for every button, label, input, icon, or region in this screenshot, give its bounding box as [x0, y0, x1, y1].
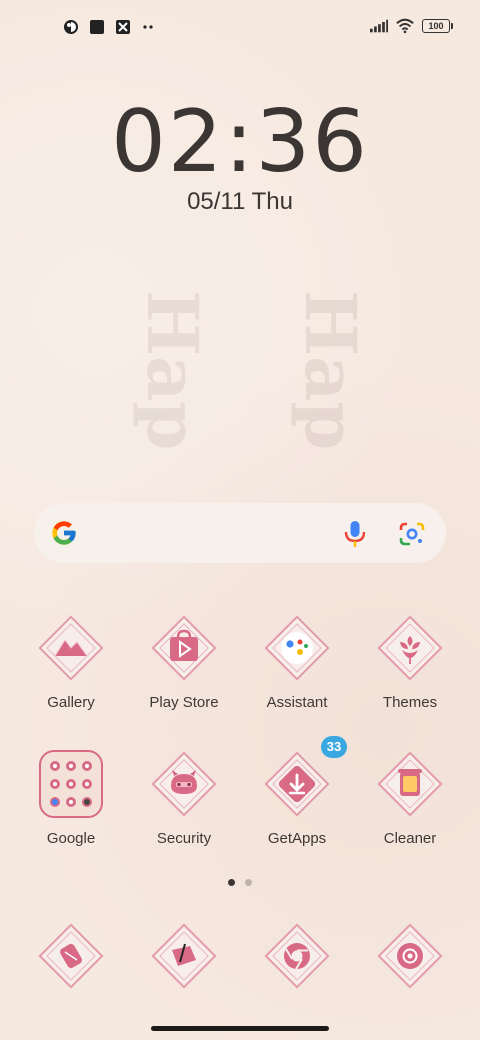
page-dot-1[interactable] — [228, 879, 235, 886]
app-getapps[interactable]: 33 GetApps — [242, 736, 352, 847]
wifi-icon — [396, 17, 414, 35]
google-logo-icon — [50, 519, 78, 547]
app-cleaner[interactable]: Cleaner — [355, 748, 465, 847]
app-label: Assistant — [266, 694, 328, 711]
cleaner-icon — [374, 748, 446, 820]
app-google-folder[interactable]: Google — [16, 748, 126, 847]
dock-camera[interactable] — [355, 920, 465, 992]
app-label: Themes — [382, 694, 438, 711]
square-app-icon — [88, 18, 106, 36]
security-icon — [148, 748, 220, 820]
app-label: GetApps — [267, 830, 327, 847]
play-store-icon — [148, 612, 220, 684]
notification-badge: 33 — [321, 736, 347, 758]
app-label: Cleaner — [383, 830, 437, 847]
app-security[interactable]: Security — [129, 748, 239, 847]
page-dot-2[interactable] — [245, 879, 252, 886]
themes-icon — [374, 612, 446, 684]
app-gallery[interactable]: Gallery — [16, 612, 126, 711]
app-assistant[interactable]: Assistant — [242, 612, 352, 711]
dock-phone[interactable] — [16, 920, 126, 992]
assistant-icon — [261, 612, 333, 684]
status-bar: 100 — [0, 0, 480, 56]
app-play-store[interactable]: Play Store — [129, 612, 239, 711]
messages-icon — [148, 920, 220, 992]
camera-icon — [374, 920, 446, 992]
no-image-icon — [114, 18, 132, 36]
page-indicator[interactable] — [0, 879, 480, 886]
microphone-icon[interactable] — [342, 520, 368, 548]
getapps-icon: 33 — [261, 736, 347, 820]
more-dots-icon — [140, 18, 158, 36]
wallpaper-text-left: Hap — [131, 290, 214, 451]
app-label: Play Store — [149, 694, 219, 711]
dock-chrome[interactable] — [242, 920, 352, 992]
chrome-icon — [261, 920, 333, 992]
app-label: Google — [46, 830, 96, 847]
home-gesture-bar[interactable] — [151, 1026, 329, 1031]
app-label: Gallery — [47, 694, 95, 711]
clock-date[interactable]: 05/11 Thu — [0, 188, 480, 216]
signal-icon — [370, 17, 388, 35]
battery-icon: 100 — [422, 19, 453, 33]
app-label: Security — [156, 830, 212, 847]
app-themes[interactable]: Themes — [355, 612, 465, 711]
phone-icon — [35, 920, 107, 992]
day-of-week: Thu — [251, 188, 293, 215]
google-search-bar[interactable] — [34, 503, 446, 563]
wallpaper-text-right: Hap — [289, 290, 372, 451]
circle-half-icon — [62, 18, 80, 36]
dock-messages[interactable] — [129, 920, 239, 992]
google-folder-icon — [35, 748, 107, 820]
gallery-icon — [35, 612, 107, 684]
date-value: 05/11 — [187, 188, 246, 215]
google-lens-icon[interactable] — [398, 521, 426, 547]
lock-clock-time[interactable]: 02:36 — [0, 92, 480, 192]
